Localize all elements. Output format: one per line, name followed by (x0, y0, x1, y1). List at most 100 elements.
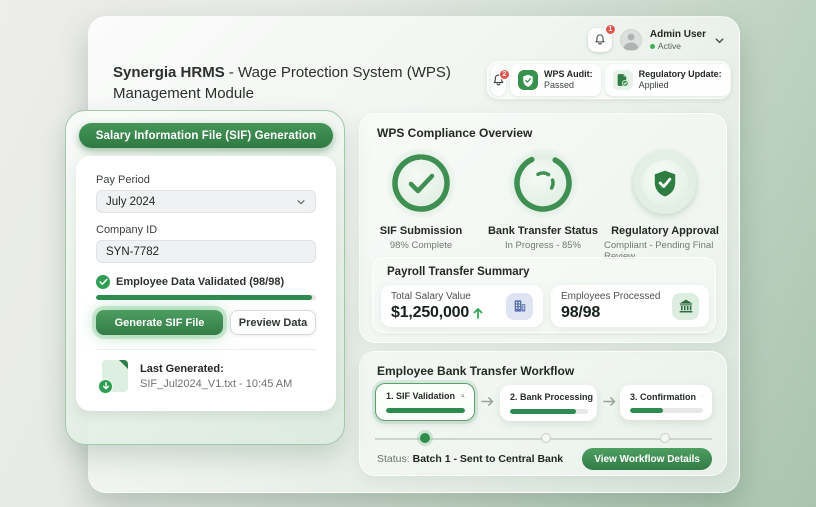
status-badge-strip: 2 WPS Audit: Passed Regulatory Update: A… (487, 61, 731, 99)
status-label: Status: (377, 453, 413, 465)
step-progress-track (510, 409, 588, 414)
notification-count-badge: 1 (604, 24, 616, 35)
user-meta: Admin User Active (649, 29, 706, 51)
validation-progress-fill (96, 295, 312, 300)
divider (96, 349, 316, 350)
last-generated-label: Last Generated: (140, 363, 224, 375)
title-rest: - Wage Protection System (WPS) (224, 64, 451, 81)
pay-period-value: July 2024 (106, 195, 156, 208)
progress-ring-icon (392, 154, 450, 212)
sif-generation-panel: Salary Information File (SIF) Generation… (65, 110, 345, 445)
wps-audit-label: WPS Audit: (544, 69, 593, 79)
document-check-icon (612, 70, 633, 90)
stat-employees-processed: Employees Processed 98/98 (551, 285, 709, 327)
user-status-text: Active (657, 41, 682, 51)
arrow-right-icon (603, 396, 616, 407)
indicator-bank-transfer: Bank Transfer Status In Progress - 85% (482, 148, 604, 262)
pay-period-label: Pay Period (96, 174, 150, 186)
sif-buttons-row: Generate SIF File Preview Data (96, 310, 316, 335)
regulatory-update-value: Applied (638, 80, 669, 90)
avatar[interactable] (619, 29, 642, 51)
payroll-summary-card: Payroll Transfer Summary Total Salary Va… (372, 257, 716, 333)
chevron-down-icon (296, 197, 306, 207)
check-circle-icon (96, 275, 110, 289)
user-silhouette-icon (623, 33, 639, 50)
wps-audit-text: WPS Audit: Passed (544, 69, 593, 91)
compliance-title: WPS Compliance Overview (377, 126, 533, 140)
regulatory-update-chip: Regulatory Update: Applied (604, 64, 730, 96)
generate-sif-button[interactable]: Generate SIF File (96, 310, 223, 335)
timeline-dot-1 (420, 433, 430, 443)
shield-check-icon (518, 70, 538, 90)
workflow-step-bank-processing[interactable]: 2. Bank Processing (500, 385, 597, 421)
indicator-circle (634, 152, 696, 214)
workflow-status: Status: Batch 1 - Sent to Central Bank (377, 453, 563, 465)
indicator-sublabel: In Progress - 85% (504, 240, 582, 251)
progress-ring-icon (514, 154, 572, 212)
company-id-label: Company ID (96, 224, 158, 236)
alerts-count-badge: 2 (499, 68, 510, 80)
company-id-value: SYN-7782 (106, 245, 160, 258)
indicator-glow (386, 148, 456, 218)
last-generated-value: SIF_Jul2024_V1.txt - 10:45 AM (140, 378, 293, 390)
indicator-label: Regulatory Approval (611, 225, 719, 237)
workflow-title: Employee Bank Transfer Workflow (377, 364, 575, 378)
step-label: 1. SIF Validation (386, 391, 456, 401)
workflow-step-confirmation[interactable]: 3. Confirmation (620, 385, 712, 420)
pay-period-select[interactable]: July 2024 (96, 190, 316, 213)
user-status: Active (649, 41, 706, 51)
title-line-2: Management Module (113, 85, 254, 102)
step-progress-track (386, 408, 465, 413)
indicator-label: Bank Transfer Status (487, 225, 599, 237)
step-progress-fill (630, 408, 663, 413)
download-arrow-icon (102, 382, 109, 390)
page-background: 1 Admin User Active Synergia HRMS - Wage… (0, 0, 816, 507)
status-value: Batch 1 - Sent to Central Bank (412, 453, 564, 465)
indicator-regulatory-approval: Regulatory Approval Compliant - Pending … (604, 148, 726, 262)
last-generated-text: Last Generated: SIF_Jul2024_V1.txt - 10:… (140, 360, 292, 392)
topbar: 1 Admin User Active (587, 24, 725, 52)
stat-label: Employees Processed (561, 290, 661, 302)
stat-total-salary: Total Salary Value $1,250,000 (381, 285, 543, 327)
office-building-icon (506, 292, 533, 320)
bank-icon (672, 292, 699, 320)
validation-text: Employee Data Validated (98/98) (116, 276, 285, 288)
validation-row: Employee Data Validated (98/98) (96, 275, 284, 289)
timeline-dot-2 (541, 433, 551, 443)
workflow-card: Employee Bank Transfer Workflow 1. SIF V… (359, 351, 727, 476)
arrow-right-icon (481, 396, 494, 407)
step-label: 2. Bank Processing (510, 392, 594, 402)
compliance-overview-card: WPS Compliance Overview SIF Submission 9… (359, 113, 727, 343)
file-download-icon[interactable] (98, 360, 128, 394)
user-name: Admin User (649, 29, 706, 40)
indicator-glow (630, 148, 700, 218)
trend-up-icon (473, 307, 483, 319)
step-label: 3. Confirmation (630, 391, 697, 402)
step-progress-track (630, 408, 703, 413)
spinner-icon (531, 171, 555, 195)
view-workflow-details-button[interactable]: View Workflow Details (582, 448, 712, 470)
preview-data-button[interactable]: Preview Data (230, 310, 316, 335)
shield-check-icon (654, 170, 676, 197)
indicator-sublabel: 98% Complete (389, 240, 453, 251)
handshake-icon (702, 396, 703, 397)
indicator-sif-submission: SIF Submission 98% Complete (360, 148, 482, 262)
stat-value: 98/98 (561, 303, 601, 321)
indicator-glow (508, 148, 578, 218)
timeline-dot-3 (660, 433, 670, 443)
alerts-bell-button[interactable]: 2 (491, 64, 510, 96)
company-id-input[interactable]: SYN-7782 (96, 240, 316, 263)
notification-bell-button[interactable]: 1 (587, 24, 616, 52)
check-icon (408, 173, 435, 194)
chevron-down-icon[interactable] (714, 35, 725, 46)
payroll-summary-title: Payroll Transfer Summary (387, 266, 530, 278)
indicator-label: SIF Submission (379, 225, 463, 237)
compliance-indicators: SIF Submission 98% Complete Bank Transfe… (360, 148, 726, 262)
last-generated-row: Last Generated: SIF_Jul2024_V1.txt - 10:… (98, 360, 292, 394)
wps-audit-chip: WPS Audit: Passed (510, 64, 601, 96)
title-brand: Synergia HRMS (113, 64, 225, 81)
wps-audit-value: Passed (544, 80, 575, 90)
workflow-step-sif-validation[interactable]: 1. SIF Validation (375, 383, 475, 421)
validation-progress-track (96, 295, 316, 300)
sif-panel-header: Salary Information File (SIF) Generation (79, 123, 333, 148)
